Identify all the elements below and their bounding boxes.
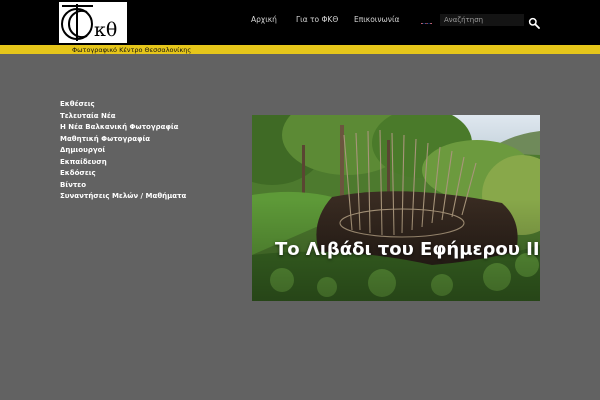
sidebar-item-publications[interactable]: Εκδόσεις — [60, 169, 190, 177]
search-input[interactable] — [440, 14, 524, 26]
sidebar-item-member-meetings[interactable]: Συναντήσεις Μελών / Μαθήματα — [60, 192, 190, 200]
sidebar-item-exhibitions[interactable]: Εκθέσεις — [60, 100, 190, 108]
nav-about[interactable]: Για το ΦΚΘ — [296, 15, 338, 24]
sidebar-item-new-balkan-photography[interactable]: Η Νέα Βαλκανική Φωτογραφία — [60, 123, 190, 131]
header-bar: κθ Αρχική Για το ΦΚΘ Επικοινωνία — [0, 0, 600, 45]
sidebar-item-latest-news[interactable]: Τελευταία Νέα — [60, 112, 190, 120]
sidebar-item-education[interactable]: Εκπαίδευση — [60, 158, 190, 166]
featured-photo — [252, 115, 540, 301]
site-tagline: Φωτογραφικό Κέντρο Θεσσαλονίκης — [72, 46, 192, 54]
uk-flag-icon[interactable] — [421, 16, 432, 24]
sidebar-item-video[interactable]: Βίντεο — [60, 181, 190, 189]
logo-letters: κθ — [94, 19, 117, 41]
search-icon[interactable] — [528, 14, 540, 29]
sidebar-item-creators[interactable]: Δημιουργοί — [60, 146, 190, 154]
featured-title[interactable]: Το Λιβάδι του Εφήμερου ΙΙ — [275, 238, 540, 262]
sidebar-item-student-photography[interactable]: Μαθητική Φωτογραφία — [60, 135, 190, 143]
logo[interactable]: κθ — [59, 2, 127, 43]
sidebar-menu: Εκθέσεις Τελευταία Νέα Η Νέα Βαλκανική Φ… — [60, 100, 190, 204]
featured-exhibition[interactable]: Το Λιβάδι του Εφήμερου ΙΙ — [252, 115, 540, 301]
nav-home[interactable]: Αρχική — [251, 15, 277, 24]
nav-contact[interactable]: Επικοινωνία — [354, 15, 399, 24]
logo-mark-icon: κθ — [59, 2, 127, 43]
